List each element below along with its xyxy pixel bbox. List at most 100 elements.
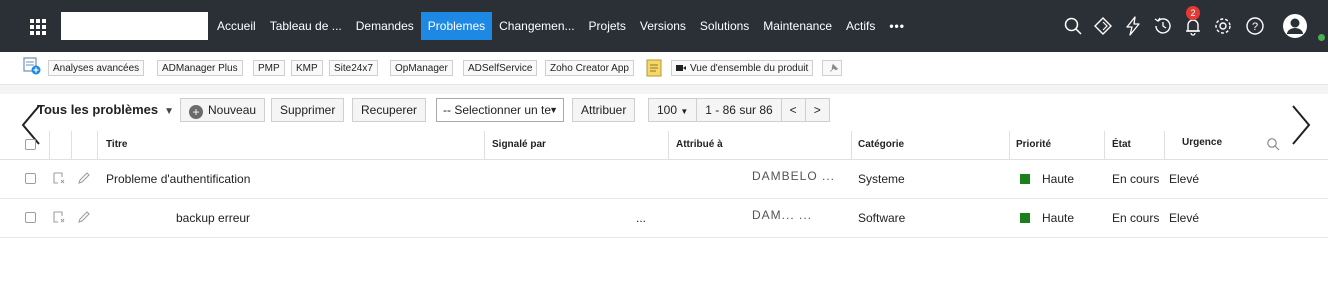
chevron-down-icon: ▼ [549,105,558,115]
assign-button[interactable]: Attribuer [572,98,636,122]
page-range: 1 - 86 sur 86 [697,99,782,121]
separator-strip [0,85,1328,94]
link-zoho-creator-app[interactable]: Zoho Creator App [545,60,634,76]
quick-view-icon[interactable] [52,210,66,224]
history-icon[interactable] [1152,15,1174,37]
row-state: En cours [1112,172,1160,186]
row-priority-label: Haute [1042,211,1075,225]
nav-item-maintenance[interactable]: Maintenance [756,12,839,40]
column-header-urgence[interactable]: Urgence [1182,137,1222,148]
row-category: Systeme [858,172,905,186]
nav-item-accueil[interactable]: Accueil [210,12,263,40]
column-header-attribue-a[interactable]: Attribué à [676,139,723,150]
link-vue-ensemble-produit-label: Vue d'ensemble du produit [690,63,809,74]
link-opmanager[interactable]: OpManager [390,60,453,76]
organization-logo[interactable] [61,12,208,40]
prev-page-button[interactable]: < [782,99,806,121]
help-icon[interactable]: ? [1244,15,1266,37]
select-all-checkbox[interactable] [25,139,36,150]
apps-grid-icon[interactable] [27,16,49,38]
priority-indicator [1020,174,1030,184]
video-icon-lens [683,66,686,70]
plus-icon: + [189,105,203,119]
row-assigned-to: DAMBELO ... [752,169,836,183]
link-adselfservice[interactable]: ADSelfService [463,60,538,76]
view-selector[interactable]: Tous les problèmes ▼ [37,102,174,117]
row-reported-by: ... [636,211,647,225]
page-size-select[interactable]: 100 ▼ [649,99,698,121]
row-urgency: Elevé [1169,211,1200,225]
column-divider [71,131,72,159]
user-avatar-icon[interactable] [1282,13,1308,39]
chevron-down-icon: ▼ [164,106,175,117]
link-vue-ensemble-produit[interactable]: Vue d'ensemble du produit [671,60,814,76]
nav-item-actifs[interactable]: Actifs [839,12,882,40]
column-divider [484,131,485,159]
nav-item-demandes[interactable]: Demandes [349,12,421,40]
svg-text:?: ? [1252,21,1258,33]
view-title: Tous les problèmes [37,102,159,117]
nav-item-solutions[interactable]: Solutions [693,12,756,40]
pin-button[interactable] [822,60,842,76]
column-divider [1164,131,1165,159]
notification-badge: 2 [1186,6,1200,20]
quick-links-toolbar: Analyses avancées ADManager Plus PMP KMP… [0,52,1328,85]
search-icon[interactable] [1062,15,1084,37]
page-size-value: 100 [657,103,678,117]
search-icon[interactable] [1266,137,1280,151]
column-header-etat[interactable]: État [1112,139,1131,150]
gear-icon[interactable] [1212,15,1234,37]
row-state: En cours [1112,211,1160,225]
table-row[interactable]: backup erreur ... DAM... ... Software Ha… [0,199,1328,238]
row-title[interactable]: Probleme d'authentification [106,172,250,186]
diamond-icon[interactable] [1092,15,1114,37]
link-site24x7[interactable]: Site24x7 [329,60,378,76]
row-priority-label: Haute [1042,172,1075,186]
row-urgency: Elevé [1169,172,1200,186]
video-icon [676,65,683,71]
nav-item-problemes[interactable]: Problemes [420,12,493,40]
problems-action-bar: Tous les problèmes ▼ + Nouveau Supprimer R… [0,94,1328,128]
link-admanager-plus[interactable]: ADManager Plus [157,60,243,76]
new-problem-button[interactable]: + Nouveau [180,98,266,122]
row-checkbox[interactable] [25,212,36,223]
technician-select[interactable]: -- Selectionner un te ▼ [436,98,564,122]
column-divider [1104,131,1105,159]
edit-pencil-icon[interactable] [77,210,91,224]
notes-icon[interactable] [646,59,662,77]
nav-item-versions[interactable]: Versions [633,12,693,40]
column-header-priorite[interactable]: Priorité [1016,139,1051,150]
recover-button[interactable]: Recuperer [352,98,427,122]
row-title[interactable]: backup erreur [176,211,250,225]
chevron-down-icon: ▼ [680,107,689,116]
row-category: Software [858,211,906,225]
nav-item-tableau-de-bord[interactable]: Tableau de ... [263,12,349,40]
nav-more-icon[interactable]: ••• [882,12,912,40]
column-divider [668,131,669,159]
column-header-categorie[interactable]: Catégorie [858,139,904,150]
column-divider [1009,131,1010,159]
next-page-button[interactable]: > [806,99,829,121]
row-priority: Haute [1020,211,1074,225]
new-problem-label: Nouveau [208,103,257,117]
link-pmp[interactable]: PMP [253,60,285,76]
add-widget-icon[interactable] [23,57,41,75]
edit-pencil-icon[interactable] [77,171,91,185]
lightning-icon[interactable] [1122,15,1144,37]
link-kmp[interactable]: KMP [291,60,323,76]
main-nav: Accueil Tableau de ... Demandes Probleme… [210,12,912,40]
nav-item-projets[interactable]: Projets [582,12,633,40]
column-header-titre[interactable]: Titre [106,139,128,150]
column-header-signale-par[interactable]: Signalé par [492,139,546,150]
table-header: Titre Signalé par Attribué à Catégorie P… [0,131,1328,160]
table-row[interactable]: Probleme d'authentification DAMBELO ... … [0,160,1328,199]
nav-item-changements[interactable]: Changemen... [492,12,581,40]
column-divider [851,131,852,159]
link-analyses-avancees[interactable]: Analyses avancées [48,60,145,76]
pagination: 100 ▼ 1 - 86 sur 86 < > [648,98,830,122]
column-divider [97,131,98,159]
quick-view-icon[interactable] [52,171,66,185]
delete-button[interactable]: Supprimer [271,98,345,122]
row-assigned-to: DAM... ... [752,208,813,222]
row-checkbox[interactable] [25,173,36,184]
